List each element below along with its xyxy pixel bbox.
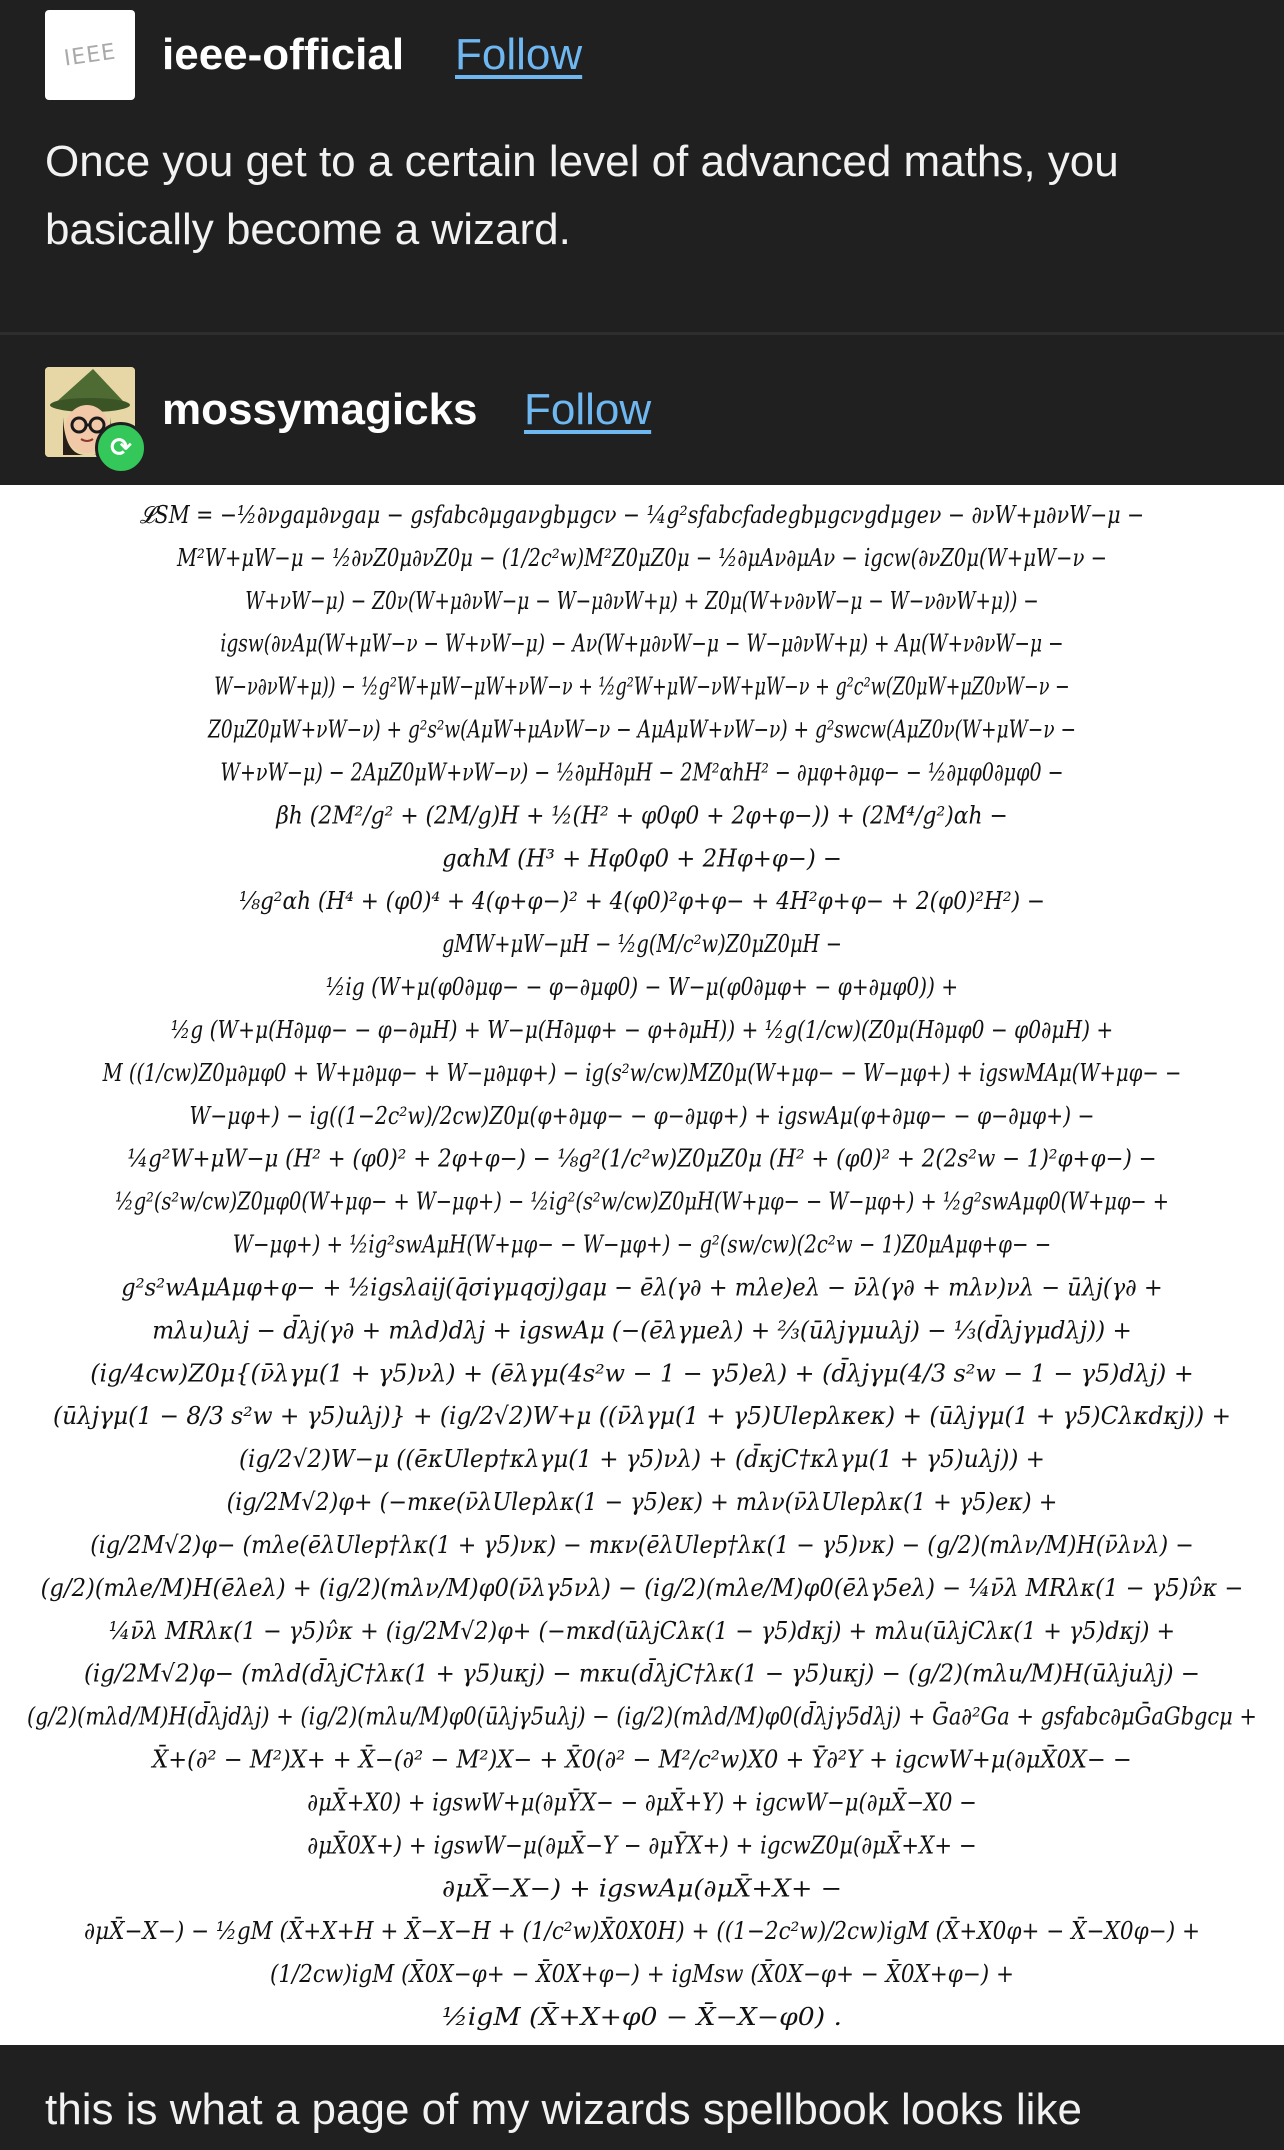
equation-line: ½g²(s²w/cw)Z0μφ0(W+μφ− + W−μφ+) − ½ig²(s… [115,1188,1169,1216]
equation-line: W−μφ+) − ig((1−2c²w)/2cw)Z0μ(φ+∂μφ− − φ−… [189,1102,1094,1130]
equation-line: M²W+μW−μ − ½∂νZ0μ∂νZ0μ − (1/2c²w)M²Z0μZ0… [176,544,1107,572]
divider [0,332,1284,335]
equation-line: gMW+μW−μH − ½g(M/c²w)Z0μZ0μH − [442,930,842,958]
follow-button-ieee[interactable]: Follow [455,30,582,80]
equation-line: W−ν∂νW+μ)) − ½g²W+μW−μW+νW−ν + ½g²W+μW−ν… [214,673,1070,701]
equation-line: βh (2M²/g² + (2M/g)H + ½(H² + φ0φ0 + 2φ+… [275,801,1008,829]
equation-line: M ((1/cw)Z0μ∂μφ0 + W+μ∂μφ− + W−μ∂μφ+) − … [102,1059,1182,1087]
reblog-icon: ⟳ [95,422,147,474]
equation-line: mλu)uλj − d̄λj(γ∂ + mλd)dλj + igswAμ (−(… [152,1315,1132,1344]
equation-line: (ūλjγμ(1 − 8/3 s²w + γ5)uλj)} + (ig/2√2)… [53,1402,1231,1430]
equation-line: ∂μX̄−X−) − ½gM (X̄+X+H + X̄−X−H + (1/c²w… [84,1917,1200,1945]
equation-line: ¼g²W+μW−μ (H² + (φ0)² + 2φ+φ−) − ⅛g²(1/c… [127,1145,1156,1173]
ieee-avatar[interactable]: IEEE [45,10,135,100]
equation-svg: 𝓛SM = −½∂νgaμ∂νgaμ − gsfabc∂μgaνgbμgcν −… [27,501,1257,2031]
equation-line: ½g (W+μ(H∂μφ− − φ−∂μH) + W−μ(H∂μφ+ − φ+∂… [171,1016,1113,1044]
equation-line: (g/2)(mλe/M)H(ēλeλ) + (ig/2)(mλν/M)φ0(ν̄… [41,1574,1244,1602]
equation-line: g²s²wAμAμφ+φ− + ½igsλaij(q̄σiγμqσj)gaμ −… [121,1273,1163,1301]
equation-line: W−μφ+) + ½ig²swAμH(W+μφ− − W−μφ+) − g²(s… [233,1231,1051,1259]
equation-line: 𝓛SM = −½∂νgaμ∂νgaμ − gsfabc∂μgaνgbμgcν −… [140,501,1144,529]
equation-line: ½igM (X̄+X+φ0 − X̄−X−φ0) . [442,2003,842,2031]
standard-model-lagrangian-image: 𝓛SM = −½∂νgaμ∂νgaμ − gsfabc∂μgaνgbμgcν −… [0,485,1284,2045]
equation-line: Z0μZ0μW+νW−ν) + g²s²w(AμW+μAνW−ν − AμAμW… [207,716,1076,744]
reblog-header: ⟳ mossymagicks Follow [0,340,1284,485]
equation-line: W+νW−μ) − Z0ν(W+μ∂νW−μ − W−μ∂νW+μ) + Z0μ… [245,587,1039,615]
equation-line: (ig/2M√2)φ+ (−mκe(ν̄λUlepλκ(1 − γ5)eκ) +… [227,1488,1058,1516]
mossymagicks-username[interactable]: mossymagicks [162,385,478,435]
equation-line: gαhM (H³ + Hφ0φ0 + 2Hφ+φ−) − [442,844,842,872]
ieee-username[interactable]: ieee-official [162,30,404,80]
equation-line: (ig/2M√2)φ− (mλe(ēλUlep†λκ(1 + γ5)νκ) − … [90,1531,1194,1559]
equation-line: (ig/4cw)Z0μ{(ν̄λγμ(1 + γ5)νλ) + (ēλγμ(4s… [90,1358,1194,1387]
follow-button-mossymagicks[interactable]: Follow [524,385,651,435]
equation-line: ¼ν̄λ MRλκ(1 − γ5)ν̂κ + (ig/2M√2)φ+ (−mκd… [109,1617,1175,1645]
post-caption: Once you get to a certain level of advan… [45,137,1119,254]
reblog-caption: this is what a page of my wizards spellb… [45,2085,1082,2134]
equation-line: igsw(∂νAμ(W+μW−ν − W+νW−μ) − Aν(W+μ∂νW−μ… [220,630,1063,658]
equation-line: ∂μX̄0X+) + igswW−μ(∂μX̄−Y − ∂μȲX+) + igc… [307,1831,977,1859]
equation-line: (g/2)(mλd/M)H(d̄λjdλj) + (ig/2)(mλu/M)φ0… [27,1701,1257,1730]
equation-line: ∂μX̄−X−) + igswAμ(∂μX̄+X+ − [442,1874,842,1902]
ieee-avatar-logo: IEEE [62,38,118,72]
post-header: IEEE ieee-official Follow [0,0,1284,130]
equation-line: X̄+(∂² − M²)X+ + X̄−(∂² − M²)X− + X̄0(∂²… [150,1745,1131,1773]
equation-line: ⅛g²αh (H⁴ + (φ0)⁴ + 4(φ+φ−)² + 4(φ0)²φ+φ… [239,887,1045,915]
equation-line: (ig/2√2)W−μ ((ēκUlep†κλγμ(1 + γ5)νλ) + (… [239,1444,1045,1473]
equation-line: ½ig (W+μ(φ0∂μφ− − φ−∂μφ0) − W−μ(φ0∂μφ+ −… [326,973,958,1001]
equation-line: ∂μX̄+X0) + igswW+μ(∂μȲX− − ∂μX̄+Y) + igc… [307,1788,977,1816]
equation-line: (ig/2M√2)φ− (mλd(d̄λjC†λκ(1 + γ5)uκj) − … [84,1658,1200,1687]
equation-line: (1/2cw)igM (X̄0X−φ+ − X̄0X+φ−) + igMsw (… [270,1960,1014,1988]
equation-line: W+νW−μ) − 2AμZ0μW+νW−ν) − ½∂μH∂μH − 2M²α… [220,758,1063,786]
